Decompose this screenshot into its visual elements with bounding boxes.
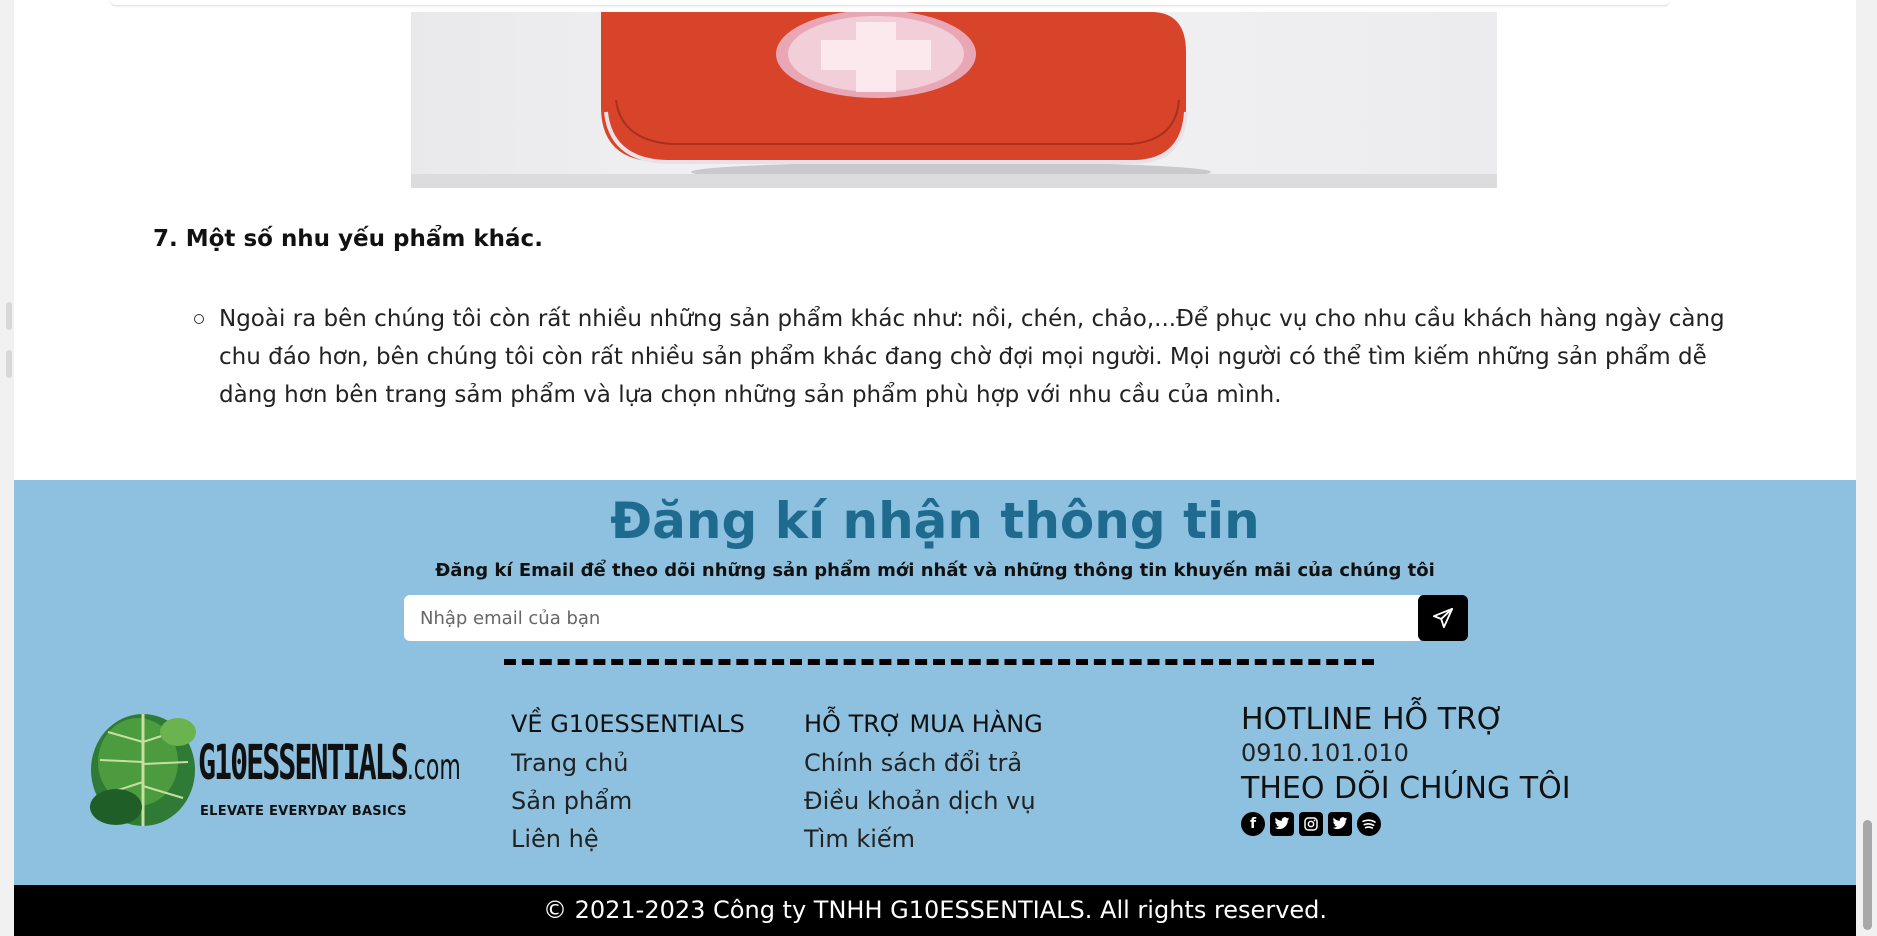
side-handle [6,350,12,378]
twitter-icon[interactable] [1328,812,1352,836]
logo-brand: G10ESSENTIALS.com [198,736,461,792]
article-bullet-list: Ngoài ra bên chúng tôi còn rất nhiều nhữ… [194,300,1729,414]
monstera-leaf-icon [90,714,196,826]
scrollbar-thumb[interactable] [1863,820,1872,930]
section-heading: 7. Một số nhu yếu phẩm khác. [153,226,543,252]
footer-link-contact[interactable]: Liên hệ [511,820,745,858]
top-header-edge [110,0,1670,6]
list-item: Ngoài ra bên chúng tôi còn rất nhiều nhữ… [194,300,1729,414]
footer-about-column: VỀ G10ESSENTIALS Trang chủ Sản phẩm Liên… [511,710,745,858]
instagram-icon[interactable] [1299,812,1323,836]
first-aid-kit-image [411,12,1497,188]
footer-support-column: HỖ TRỢ MUA HÀNG Chính sách đổi trả Điều … [804,710,1043,858]
footer-link-return-policy[interactable]: Chính sách đổi trả [804,744,1043,782]
footer-hotline-column: HOTLINE HỖ TRỢ 0910.101.010 THEO DÕI CHÚ… [1241,702,1571,836]
footer-link-products[interactable]: Sản phẩm [511,782,745,820]
bullet-icon [194,314,204,324]
newsletter-title: Đăng kí nhận thông tin [610,492,1260,550]
copyright-bar: © 2021-2023 Công ty TNHH G10ESSENTIALS. … [14,885,1856,936]
facebook-icon[interactable]: f [1241,812,1265,836]
newsletter-form [404,595,1468,641]
list-item-text: Ngoài ra bên chúng tôi còn rất nhiều nhữ… [219,306,1725,408]
email-input[interactable] [404,595,1420,641]
twitter-icon[interactable] [1270,812,1294,836]
page: 7. Một số nhu yếu phẩm khác. Ngoài ra bê… [14,0,1856,936]
dashed-divider [504,659,1374,665]
newsletter-footer: Đăng kí nhận thông tin Đăng kí Email để … [14,480,1856,885]
spotify-icon[interactable] [1357,812,1381,836]
side-handle [6,302,12,330]
follow-heading: THEO DÕI CHÚNG TÔI [1241,771,1571,806]
hotline-heading: HOTLINE HỖ TRỢ [1241,702,1505,737]
social-links: f [1241,812,1571,836]
footer-about-heading: VỀ G10ESSENTIALS [511,710,745,738]
site-logo[interactable]: G10ESSENTIALS.com ELEVATE EVERYDAY BASIC… [88,702,461,837]
footer-support-heading: HỖ TRỢ MUA HÀNG [804,710,1043,738]
page-scrollbar[interactable] [1858,0,1877,936]
hotline-phone: 0910.101.010 [1241,739,1409,767]
logo-tagline: ELEVATE EVERYDAY BASICS [200,804,407,819]
footer-link-terms[interactable]: Điều khoản dịch vụ [804,782,1043,820]
subscribe-button[interactable] [1418,595,1468,641]
footer-link-search[interactable]: Tìm kiếm [804,820,1043,858]
first-aid-kit-illustration [601,12,1211,182]
paper-plane-icon [1432,607,1454,629]
newsletter-subtitle: Đăng kí Email để theo dõi những sản phẩm… [435,560,1435,581]
footer-link-home[interactable]: Trang chủ [511,744,745,782]
